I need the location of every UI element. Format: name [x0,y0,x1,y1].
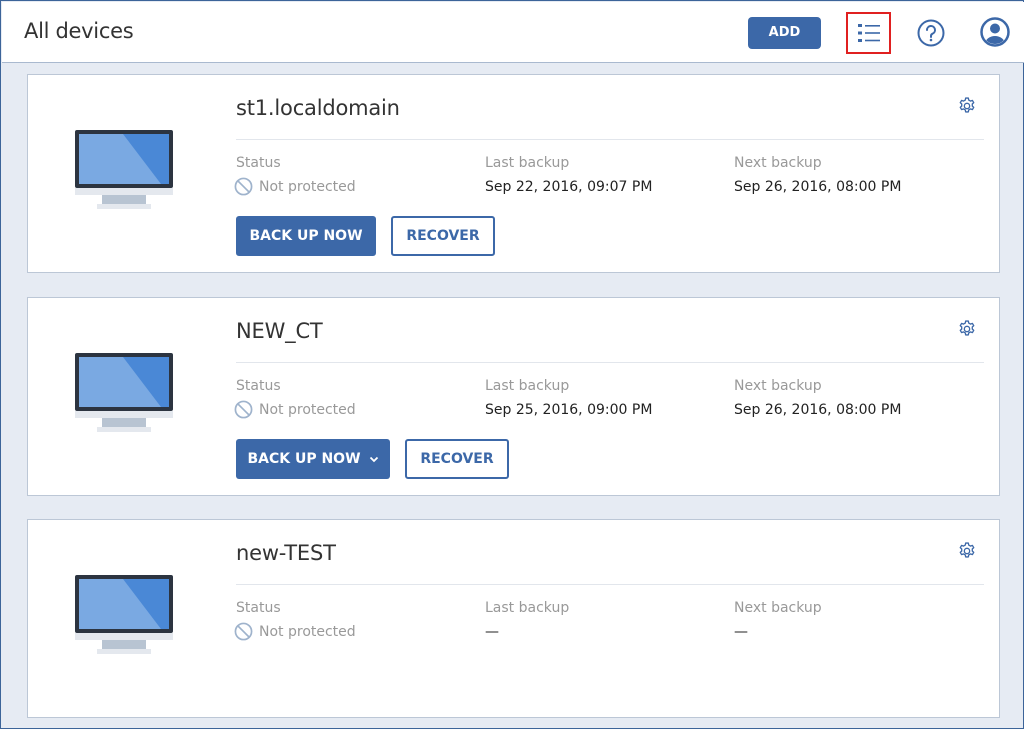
back-up-now-dropdown-button[interactable]: BACK UP NOW [236,439,390,479]
divider [236,362,984,363]
computer-icon [75,575,173,654]
app-window: All devices ADD st1.localdomain Status L… [0,0,1024,729]
recover-label: RECOVER [420,451,494,467]
account-button[interactable] [980,17,1010,47]
recover-button[interactable]: RECOVER [391,216,495,256]
recover-button[interactable]: RECOVER [405,439,509,479]
computer-icon [75,353,173,432]
last-backup-label: Last backup [485,155,570,171]
list-view-button[interactable] [846,12,891,54]
next-backup-label: Next backup [734,378,822,394]
divider [236,139,984,140]
recover-label: RECOVER [406,228,480,244]
status-text: Not protected [259,623,356,640]
status-value: Not protected [234,400,356,419]
not-protected-icon [234,400,253,419]
status-value: Not protected [234,177,356,196]
settings-gear-icon[interactable] [957,319,977,339]
add-button[interactable]: ADD [748,17,821,49]
next-backup-label: Next backup [734,155,822,171]
next-backup-value: — [734,624,748,640]
back-up-now-label: BACK UP NOW [249,228,363,244]
status-text: Not protected [259,178,356,195]
device-card: st1.localdomain Status Last backup Next … [27,74,1000,273]
chevron-down-icon [369,456,378,462]
back-up-now-button[interactable]: BACK UP NOW [236,216,376,256]
device-card: NEW_CT Status Last backup Next backup No… [27,297,1000,496]
last-backup-label: Last backup [485,600,570,616]
last-backup-value: Sep 25, 2016, 09:00 PM [485,402,653,418]
status-label: Status [236,600,281,616]
device-name[interactable]: new-TEST [236,541,336,565]
top-bar: All devices ADD [2,2,1024,63]
list-view-icon [857,24,880,42]
status-label: Status [236,155,281,171]
next-backup-label: Next backup [734,600,822,616]
last-backup-label: Last backup [485,378,570,394]
computer-icon [75,130,173,209]
device-name[interactable]: NEW_CT [236,319,323,343]
next-backup-value: Sep 26, 2016, 08:00 PM [734,402,902,418]
next-backup-value: Sep 26, 2016, 08:00 PM [734,179,902,195]
help-button[interactable] [917,19,945,47]
settings-gear-icon[interactable] [957,541,977,561]
status-text: Not protected [259,401,356,418]
settings-gear-icon[interactable] [957,96,977,116]
last-backup-value: Sep 22, 2016, 09:07 PM [485,179,653,195]
device-name[interactable]: st1.localdomain [236,96,400,120]
help-icon [917,19,945,47]
account-icon [980,17,1010,47]
page-title: All devices [24,19,134,43]
not-protected-icon [234,177,253,196]
not-protected-icon [234,622,253,641]
device-card: new-TEST Status Last backup Next backup … [27,519,1000,718]
last-backup-value: — [485,624,499,640]
status-label: Status [236,378,281,394]
status-value: Not protected [234,622,356,641]
divider [236,584,984,585]
back-up-now-label: BACK UP NOW [247,451,361,467]
